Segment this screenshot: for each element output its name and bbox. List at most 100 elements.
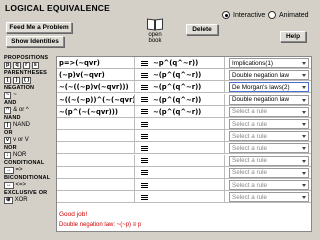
open-book-button[interactable]: open book (144, 18, 166, 44)
left-expression-field[interactable]: p=>(~qvr) (57, 57, 135, 69)
rule-select-label: Implications(1) (232, 59, 273, 67)
equivalence-icon (139, 130, 149, 142)
rule-select[interactable]: De Morgan's laws(2) (229, 82, 309, 93)
equivalence-icon (139, 142, 149, 154)
right-expression-field[interactable]: ~(p^(q^~r)) (151, 105, 225, 118)
left-expression-field[interactable]: ~(p^(~(~qvr))) (57, 105, 135, 118)
right-expression-field[interactable] (151, 179, 225, 191)
right-expression-field[interactable] (151, 118, 225, 130)
equivalence-icon (139, 167, 149, 179)
palette-conditional: CONDITIONAL → => (4, 160, 45, 174)
mode-interactive-label: Interactive (233, 11, 266, 19)
rule-select[interactable]: Double negation law (229, 70, 309, 81)
right-expression-field[interactable]: ~p^(q^~r)) (151, 57, 225, 69)
key-paren-pair[interactable]: ( ) (22, 76, 32, 84)
chevron-down-icon (302, 86, 306, 90)
rule-select[interactable]: Implications(1) (229, 58, 309, 68)
delete-button[interactable]: Delete (186, 24, 218, 35)
palette-or: OR v v or V (4, 130, 29, 144)
key-nand[interactable]: | (4, 121, 11, 129)
feedback-message: Good job! (59, 211, 88, 218)
left-expression-field[interactable] (57, 191, 135, 204)
left-expression-field[interactable] (57, 118, 135, 130)
rule-select[interactable]: Select a rule (229, 106, 309, 117)
rule-select-label: Double negation law (232, 96, 290, 104)
left-expression-field[interactable]: (~p)v(~qvr) (57, 69, 135, 82)
key-biconditional[interactable]: ↔ (4, 181, 14, 189)
right-expression-field[interactable]: ~(p^(q^~r)) (151, 93, 225, 106)
chevron-down-icon (302, 62, 306, 65)
key-s[interactable]: s (31, 61, 39, 69)
chevron-down-icon (302, 123, 306, 126)
right-expression-field[interactable]: ~(p^(q^~r)) (151, 69, 225, 82)
key-conditional[interactable]: → (4, 166, 14, 174)
left-expression-field[interactable] (57, 130, 135, 143)
proof-row: Select a rule (57, 179, 311, 191)
radio-selected-icon (222, 11, 230, 19)
chevron-down-icon (302, 184, 306, 187)
left-expression-field[interactable] (57, 166, 135, 179)
key-close-paren[interactable]: ) (13, 76, 20, 84)
rule-select-label: Select a rule (232, 108, 268, 116)
rule-select[interactable]: Double negation law (229, 94, 309, 105)
key-or[interactable]: v (4, 136, 12, 144)
rule-select[interactable]: Select a rule (229, 180, 309, 190)
rule-select-label: Select a rule (232, 120, 268, 128)
right-expression-field[interactable] (151, 154, 225, 167)
chevron-down-icon (302, 147, 306, 151)
key-p[interactable]: p (4, 61, 12, 69)
palette-xor: EXCLUSIVE OR ⊕ XOR (4, 190, 48, 204)
rule-select[interactable]: Select a rule (229, 143, 309, 154)
key-open-paren[interactable]: ( (4, 76, 11, 84)
chevron-down-icon (302, 196, 306, 200)
chevron-down-icon (302, 171, 306, 175)
palette-and: AND ^ & or ^ (4, 100, 29, 114)
equivalence-icon (139, 94, 149, 106)
proof-row: (~p)v(~qvr) ~(p^(q^~r)) Double negation la… (57, 69, 311, 82)
key-negation[interactable]: ~ (4, 91, 12, 99)
proof-row: p=>(~qvr) ~p^(q^~r)) Implications(1) (57, 57, 311, 69)
rule-select-label: Double negation law (232, 71, 290, 79)
key-nor[interactable]: ↓ (4, 151, 11, 159)
left-expression-field[interactable] (57, 142, 135, 155)
rule-select-label: Select a rule (232, 181, 268, 189)
key-xor[interactable]: ⊕ (4, 196, 13, 204)
palette-parentheses: PARENTHESES ( ) ( ) (4, 70, 48, 84)
right-expression-field[interactable] (151, 142, 225, 155)
rule-select[interactable]: Select a rule (229, 192, 309, 203)
rule-select[interactable]: Select a rule (229, 131, 309, 142)
rule-select[interactable]: Select a rule (229, 155, 309, 166)
equivalence-icon (139, 69, 149, 81)
proof-row: Select a rule (57, 142, 311, 155)
rule-select[interactable]: Select a rule (229, 167, 309, 178)
right-expression-field[interactable] (151, 130, 225, 143)
mode-animated-radio[interactable]: Animated (268, 11, 309, 19)
rule-select-label: Select a rule (232, 144, 268, 152)
show-identities-button[interactable]: Show Identities (6, 36, 64, 47)
mode-interactive-radio[interactable]: Interactive (222, 11, 265, 19)
right-expression-field[interactable]: ~(p^(q^~r)) (151, 81, 225, 94)
left-expression-field[interactable] (57, 154, 135, 167)
proof-row: ~(p^(~(~qvr))) ~(p^(q^~r)) Select a rule (57, 105, 311, 118)
key-and[interactable]: ^ (4, 106, 12, 114)
key-r[interactable]: r (22, 61, 30, 69)
right-expression-field[interactable] (151, 191, 225, 204)
rule-select-label: Select a rule (232, 193, 268, 201)
equivalence-icon (139, 57, 149, 69)
palette-propositions: PROPOSITIONS p q r s (4, 55, 49, 69)
help-button[interactable]: Help (280, 31, 306, 42)
open-book-label: open book (148, 32, 162, 44)
rule-select[interactable]: Select a rule (229, 119, 309, 129)
proof-row: ~((~(~p))^(~(~qvr))) ~(p^(q^~r)) Double ne… (57, 93, 311, 106)
chevron-down-icon (302, 110, 306, 114)
palette-nand: NAND | NAND (4, 115, 31, 129)
key-q[interactable]: q (13, 61, 21, 69)
palette-nor: NOR ↓ NOR (4, 145, 27, 159)
right-expression-field[interactable] (151, 166, 225, 179)
rule-select-label: Select a rule (232, 169, 268, 177)
left-expression-field[interactable]: ~((~(~p))^(~(~qvr))) (57, 93, 135, 106)
left-expression-field[interactable]: ~(~((~p)v(~qvr))) (57, 81, 135, 94)
feed-me-button[interactable]: Feed Me a Problem (6, 22, 72, 33)
left-expression-field[interactable] (57, 179, 135, 191)
equivalence-icon (139, 118, 149, 130)
